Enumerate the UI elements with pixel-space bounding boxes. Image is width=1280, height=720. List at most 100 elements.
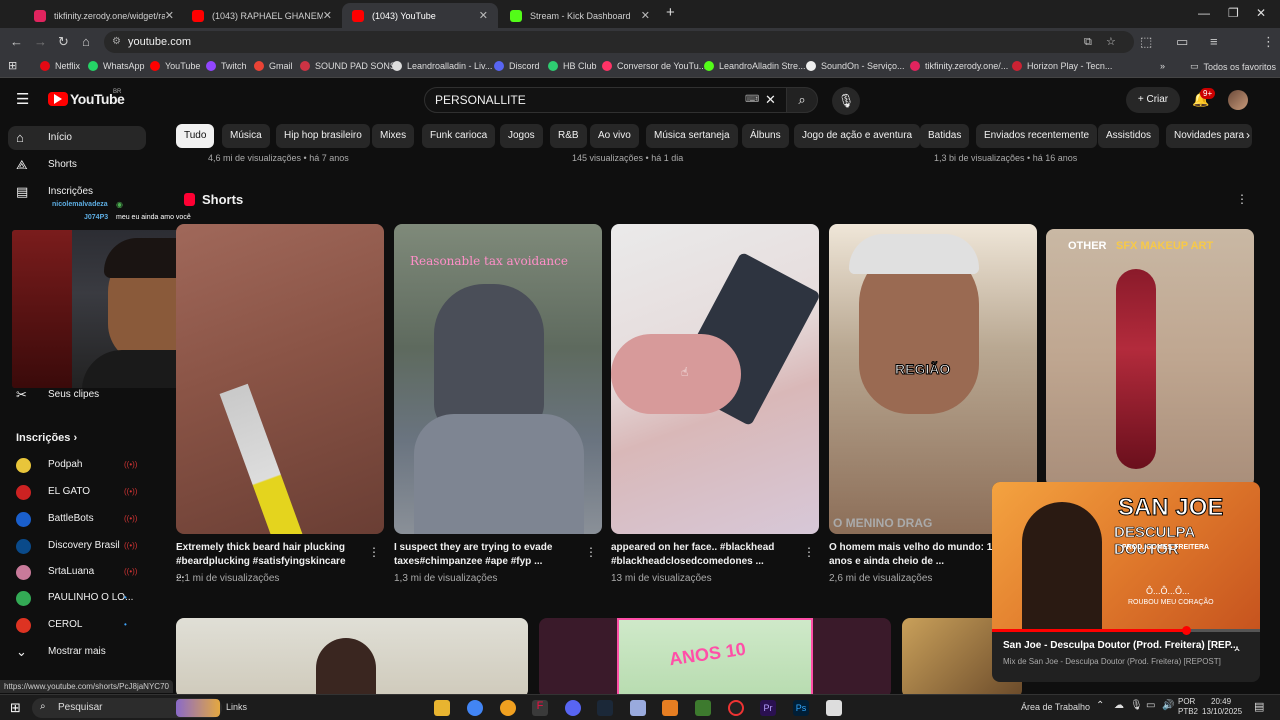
chrome-icon[interactable] bbox=[467, 700, 483, 716]
short-title-3[interactable]: appeared on her face.. #blackhead #blackh… bbox=[611, 541, 791, 569]
windows-start-icon[interactable]: ⊞ bbox=[10, 700, 21, 716]
chip-musica[interactable]: Música bbox=[222, 124, 270, 148]
bookmark-netflix[interactable]: Netflix bbox=[40, 61, 80, 71]
short-thumbnail-1[interactable] bbox=[176, 224, 384, 534]
short-more-options-icon[interactable]: ⋮ bbox=[585, 545, 597, 559]
clear-search-icon[interactable]: ✕ bbox=[765, 88, 776, 112]
channel-paulinho[interactable]: PAULINHO O LO... • bbox=[0, 586, 150, 610]
apps-grid-icon[interactable]: ⊞ bbox=[8, 59, 17, 72]
browser-tab-3-active[interactable]: (1043) YouTube ✕ bbox=[342, 3, 498, 28]
browser-tab-1[interactable]: tikfinity.zerody.one/widget/ran ✕ bbox=[24, 3, 184, 28]
chip-jogos[interactable]: Jogos bbox=[500, 124, 543, 148]
chips-next-chevron-icon[interactable]: › bbox=[1246, 128, 1250, 142]
chip-acao-aventura[interactable]: Jogo de ação e aventura bbox=[794, 124, 921, 148]
obs-icon[interactable] bbox=[728, 700, 744, 716]
capcut-icon[interactable] bbox=[826, 700, 842, 716]
channel-el-gato[interactable]: EL GATO ((•)) bbox=[0, 480, 150, 504]
microphone-tray-icon[interactable]: 🎙 bbox=[1130, 700, 1143, 711]
short-thumbnail-5[interactable]: OTHER SFX MAKEUP ART bbox=[1046, 229, 1254, 487]
subscriptions-header[interactable]: Inscrições › bbox=[16, 432, 77, 444]
bookmark-soundpad[interactable]: SOUND PAD SONS bbox=[300, 61, 396, 71]
chip-novidades[interactable]: Novidades para bbox=[1166, 124, 1253, 148]
network-icon[interactable]: ▭ bbox=[1146, 700, 1155, 711]
install-app-icon[interactable]: ⧉ bbox=[1084, 31, 1092, 53]
volume-icon[interactable]: 🔊 bbox=[1162, 700, 1174, 711]
bookmark-twitch[interactable]: Twitch bbox=[206, 61, 247, 71]
mini-player-title[interactable]: San Joe - Desculpa Doutor (Prod. Freiter… bbox=[1003, 640, 1238, 651]
browser-menu-icon[interactable]: ⋮ bbox=[1262, 34, 1275, 50]
search-input[interactable]: PERSONALLITE ⌨ ✕ bbox=[424, 87, 788, 113]
keyboard-layout-indicator[interactable]: PTB2 bbox=[1178, 707, 1198, 716]
chip-enviados-recentemente[interactable]: Enviados recentemente bbox=[976, 124, 1098, 148]
chip-funk[interactable]: Funk carioca bbox=[422, 124, 496, 148]
minecraft-icon[interactable] bbox=[695, 700, 711, 716]
bookmarks-overflow-icon[interactable]: » bbox=[1160, 61, 1165, 71]
bookmark-horizonplay[interactable]: Horizon Play - Tecn... bbox=[1012, 61, 1112, 71]
bookmark-soundon[interactable]: SoundOn - Serviço... bbox=[806, 61, 905, 71]
channel-discovery-brasil[interactable]: Discovery Brasil ((•)) bbox=[0, 534, 150, 558]
chip-sertaneja[interactable]: Música sertaneja bbox=[646, 124, 738, 148]
window-close-icon[interactable]: ✕ bbox=[1256, 6, 1266, 20]
close-tab-icon[interactable]: ✕ bbox=[641, 9, 650, 22]
channel-battlebots[interactable]: BattleBots ((•)) bbox=[0, 507, 150, 531]
coin-app-icon[interactable] bbox=[500, 700, 516, 716]
home-icon[interactable]: ⌂ bbox=[82, 34, 90, 49]
shelf-more-options-icon[interactable]: ⋮ bbox=[1236, 192, 1248, 206]
bookmark-conversor[interactable]: Conversor de YouTu... bbox=[602, 61, 706, 71]
chip-ao-vivo[interactable]: Ao vivo bbox=[590, 124, 639, 148]
browser-tab-2[interactable]: (1043) RAPHAEL GHANEM BATE ✕ bbox=[182, 3, 342, 28]
short-thumbnail-2[interactable]: Reasonable tax avoidance bbox=[394, 224, 602, 534]
desktop-label[interactable]: Área de Trabalho bbox=[1021, 702, 1090, 712]
account-avatar[interactable] bbox=[1228, 90, 1248, 110]
search-button[interactable]: ⌕ bbox=[786, 87, 818, 113]
cast-icon[interactable]: ▭ bbox=[1176, 34, 1188, 50]
premiere-icon[interactable]: Pr bbox=[760, 700, 776, 716]
minimize-icon[interactable]: — bbox=[1198, 6, 1210, 20]
tf-app-icon[interactable]: F bbox=[532, 700, 548, 716]
progress-scrubber[interactable] bbox=[1182, 626, 1191, 635]
hamburger-menu-icon[interactable]: ☰ bbox=[16, 90, 29, 108]
bookmark-hbclub[interactable]: HB Club bbox=[548, 61, 597, 71]
clock-date[interactable]: 13/10/2025 bbox=[1202, 707, 1242, 716]
language-indicator[interactable]: POR bbox=[1178, 697, 1195, 706]
chip-tudo[interactable]: Tudo bbox=[176, 124, 215, 148]
channel-cerol[interactable]: CEROL • bbox=[0, 613, 150, 637]
mini-player[interactable]: SAN JOE DESCULPA DOUTOR PROD. GOMES FREI… bbox=[992, 482, 1260, 682]
onedrive-icon[interactable]: ☁ bbox=[1114, 700, 1124, 711]
bookmark-leandroalladin-stream[interactable]: LeandroAlladin Stre... bbox=[704, 61, 806, 71]
site-info-icon[interactable]: ⚙ bbox=[112, 31, 121, 53]
extensions-icon[interactable]: ⬚ bbox=[1140, 34, 1152, 50]
app-icon[interactable] bbox=[630, 700, 646, 716]
video-thumbnail-bottom-2[interactable]: ANOS 10 bbox=[539, 618, 891, 698]
maximize-icon[interactable]: ❐ bbox=[1228, 6, 1239, 20]
address-bar[interactable]: ⚙ youtube.com ⧉ ☆ bbox=[104, 31, 1134, 53]
short-title-2[interactable]: I suspect they are trying to evade taxes#… bbox=[394, 541, 574, 569]
sidebar-item-shorts[interactable]: ⟁ Shorts bbox=[0, 153, 150, 177]
file-explorer-icon[interactable] bbox=[434, 700, 450, 716]
bookmark-leandroalladin-live[interactable]: Leandroalladin - Liv... bbox=[392, 61, 492, 71]
notification-center-icon[interactable]: ▤ bbox=[1254, 700, 1264, 713]
taskbar-search[interactable]: ⌕ Pesquisar bbox=[32, 698, 222, 718]
chip-rnb[interactable]: R&B bbox=[550, 124, 587, 148]
channel-srtaluana[interactable]: SrtaLuana ((•)) bbox=[0, 560, 150, 584]
clock-time[interactable]: 20:49 bbox=[1211, 697, 1231, 706]
create-button[interactable]: + Criar bbox=[1126, 87, 1180, 113]
discord-icon[interactable] bbox=[565, 700, 581, 716]
voice-search-button[interactable]: 🎙 bbox=[832, 87, 860, 115]
channel-podpah[interactable]: Podpah ((•)) bbox=[0, 453, 150, 477]
browser-tab-4[interactable]: Stream - Kick Dashboard ✕ bbox=[500, 3, 660, 28]
chip-mixes[interactable]: Mixes bbox=[372, 124, 415, 148]
chip-hip-hop[interactable]: Hip hop brasileiro bbox=[276, 124, 370, 148]
back-icon[interactable]: ← bbox=[10, 34, 23, 49]
short-title-4[interactable]: O homem mais velho do mundo: 1 anos e ain… bbox=[829, 541, 1009, 569]
photoshop-icon[interactable]: Ps bbox=[793, 700, 809, 716]
chip-batidas[interactable]: Batidas bbox=[920, 124, 970, 148]
mini-player-video[interactable]: SAN JOE DESCULPA DOUTOR PROD. GOMES FREI… bbox=[992, 482, 1260, 635]
chip-assistidos[interactable]: Assistidos bbox=[1098, 124, 1160, 148]
bookmark-discord[interactable]: Discord bbox=[494, 61, 540, 71]
sidebar-item-inicio[interactable]: ⌂ Início bbox=[8, 126, 146, 150]
chip-albuns[interactable]: Álbuns bbox=[742, 124, 789, 148]
reload-icon[interactable]: ↻ bbox=[58, 34, 69, 50]
show-more-button[interactable]: ⌄ Mostrar mais bbox=[0, 640, 150, 664]
expand-chevron-up-icon[interactable]: ⌃ bbox=[1232, 646, 1242, 660]
